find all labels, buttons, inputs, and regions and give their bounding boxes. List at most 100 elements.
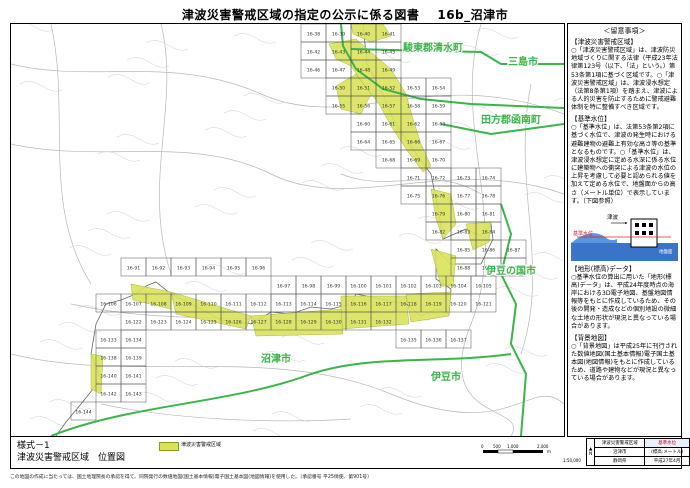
contour-line	[252, 428, 281, 436]
sheet-label: 16-97	[277, 284, 290, 290]
sheet-label: 16-62	[407, 122, 420, 128]
diagram-base-level-label: 基準水位	[573, 230, 593, 237]
contour-line	[155, 375, 199, 386]
contour-line	[310, 240, 354, 251]
note-title: 【地形(標高)データ】	[571, 265, 636, 274]
sheet-label: 16-113	[275, 302, 291, 308]
contour-line	[39, 339, 83, 350]
contour-line	[48, 399, 92, 410]
note-title: 【津波災害警戒区域】	[571, 38, 637, 47]
contour-line	[524, 192, 564, 203]
sheet-label: 16-88	[457, 266, 470, 272]
title-text: 津波災害警戒区域の指定の公示に係る図書	[181, 8, 420, 22]
place-label-izu: 伊豆市	[430, 370, 461, 383]
sheet-label: 16-47	[332, 68, 345, 74]
contour-line	[136, 392, 180, 403]
sheet-label: 16-52	[382, 86, 395, 92]
contour-line	[291, 257, 335, 268]
contour-line	[19, 81, 63, 92]
map-credit: この地図の作成に当たっては、国土地理院長の承認を得て、同院発行の数値地図(国土基…	[10, 475, 372, 480]
sheet-label: 16-144	[75, 410, 91, 416]
sheet-label: 16-64	[357, 140, 370, 146]
sheet-label: 16-103	[425, 284, 441, 290]
sheet-label: 16-83	[457, 230, 470, 236]
sheet-label: 16-106	[100, 302, 116, 308]
sheet-label: 16-63	[432, 122, 445, 128]
sheet-label: 16-58	[407, 104, 420, 110]
sheet-label: 16-42	[307, 50, 320, 56]
contour-line	[107, 74, 151, 85]
scale-unit: m	[547, 449, 551, 454]
sheet-label: 16-80	[457, 212, 470, 218]
contour-line	[204, 127, 248, 138]
sheet-label: 16-49	[382, 68, 395, 74]
note-body: ○「基準水位」は、法第53条第2項に基づく水位で、津波の発生時における避難建物の…	[571, 124, 677, 205]
sheet-label: 16-81	[482, 212, 495, 218]
scale-ratio: 1:50,000	[563, 458, 581, 463]
map-name: 津波災害警戒区域 位置図	[17, 453, 126, 463]
contour-line	[475, 28, 519, 39]
sheet-label: 16-102	[400, 284, 416, 290]
sheet-label: 16-121	[475, 302, 491, 308]
sheet-label: 16-70	[432, 158, 445, 164]
sheet-label: 16-66	[407, 140, 420, 146]
note-title: 【基準水位】	[571, 115, 611, 124]
base-level-diagram: 津波 基準水位 地盤面	[571, 209, 678, 262]
sheet-label: 16-132	[375, 320, 391, 326]
sheet-label: 16-109	[175, 302, 191, 308]
diagram-tsunami-label: 津波	[607, 213, 619, 221]
contour-line	[301, 180, 345, 191]
note-body: ○「背景地図」は平成25年に刊行された数値地図(国土基本情報)電子国土基本図(地…	[571, 342, 678, 383]
contour-line	[456, 45, 500, 56]
contour-line	[97, 151, 141, 162]
sheet-label: 16-108	[150, 302, 166, 308]
sheet-label: 16-127	[250, 320, 266, 326]
sheet-label: 16-50	[332, 86, 345, 92]
sheet-label: 16-119	[425, 302, 441, 308]
road-line	[50, 24, 92, 285]
sheet-label: 16-124	[175, 320, 191, 326]
sheet-label: 16-135	[400, 338, 416, 344]
sheet-label: 16-122	[125, 320, 141, 326]
tsunami-zone	[430, 248, 457, 287]
sheet-label: 16-46	[307, 68, 320, 74]
sheet-label: 16-91	[127, 266, 140, 272]
sheet-label: 16-75	[407, 194, 420, 200]
sheet-label: 16-143	[125, 392, 141, 398]
map-frame[interactable]: 16-38 16-39 16-40 16-41 16-42 16-43 16-44 16-45…	[10, 23, 565, 437]
notes-header: ＜留意事項＞	[603, 27, 646, 35]
sheet-label: 16-134	[125, 338, 141, 344]
sheet-label: 16-101	[375, 284, 391, 290]
map-canvas[interactable]: 16-38 16-39 16-40 16-41 16-42 16-43 16-44 16-45…	[11, 24, 564, 436]
sheet-label: 16-54	[432, 86, 445, 92]
scale-bar: 0 500 1,000 2,000 m	[479, 442, 559, 464]
sheet-label: 16-39	[332, 32, 345, 38]
sheet-label: 16-142	[100, 392, 116, 398]
info-cell: 基準水位	[644, 438, 690, 448]
tsunami-zone	[465, 221, 492, 251]
contour-line	[68, 245, 112, 256]
sheet-label: 16-123	[150, 320, 166, 326]
note-section-base-level: 【基準水位】 ○「基準水位」は、法第53条第2項に基づく水位で、津波の発生時にお…	[571, 115, 678, 206]
sheet-label: 16-53	[407, 86, 420, 92]
contour-line	[233, 33, 277, 44]
sheet-label: 16-140	[100, 374, 116, 380]
contour-line	[29, 416, 73, 427]
sheet-label: 16-104	[450, 284, 466, 290]
contour-line	[11, 24, 54, 32]
contour-line	[543, 175, 564, 180]
place-label-tagata-kannami: 田方郡函南町	[481, 113, 541, 126]
sheet-label: 16-111	[225, 302, 241, 308]
scale-tick: 1,000	[507, 444, 519, 449]
sheet-label: 16-68	[382, 158, 395, 164]
note-section-terrain: 【地形(標高)データ】 ○基準水位の算出に用いた「地形(標高)データ」は、平成2…	[571, 265, 678, 331]
sheet-label: 16-126	[225, 320, 241, 326]
sheet-label: 16-84	[482, 230, 495, 236]
contour-line	[359, 404, 403, 415]
sheet-label: 16-112	[250, 302, 266, 308]
sheet-label: 16-65	[382, 140, 395, 146]
place-label-sunto-shimizu: 駿東郡清水町	[403, 41, 463, 54]
sheet-label: 16-117	[375, 302, 391, 308]
contour-line	[213, 187, 257, 198]
sheet-label: 16-57	[382, 104, 395, 110]
